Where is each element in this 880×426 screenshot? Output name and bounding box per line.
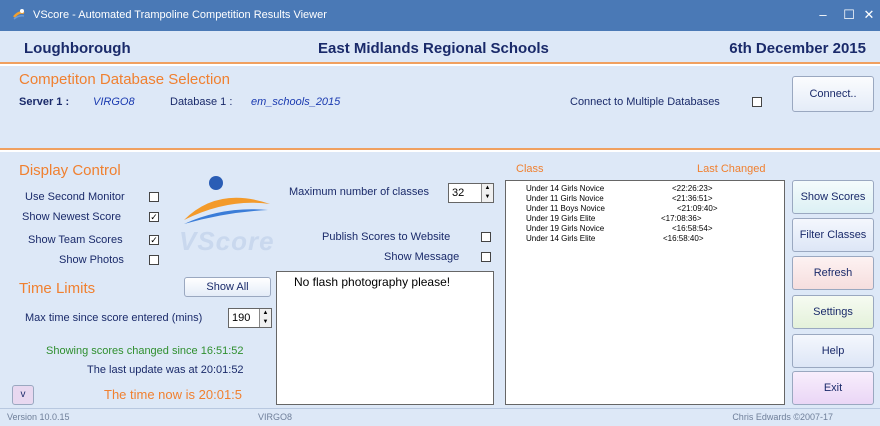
- event-name-label: East Midlands Regional Schools: [318, 40, 549, 57]
- database-label: Database 1 :: [170, 96, 233, 108]
- max-classes-label: Maximum number of classes: [289, 186, 429, 198]
- show-newest-score-checkbox[interactable]: ✓: [149, 212, 159, 222]
- publish-scores-checkbox[interactable]: [481, 232, 491, 242]
- exit-button[interactable]: Exit: [792, 371, 874, 405]
- copyright-text: Chris Edwards ©2007-17: [732, 412, 833, 422]
- max-time-value: 190: [232, 312, 251, 324]
- show-team-scores-label: Show Team Scores: [28, 234, 123, 246]
- class-row-name[interactable]: Under 14 Girls Novice: [526, 184, 604, 193]
- class-column-header: Class: [516, 163, 544, 175]
- max-time-spinner[interactable]: 190 ▲ ▼: [228, 308, 272, 328]
- window-title: VScore - Automated Trampoline Competitio…: [33, 9, 327, 21]
- vscore-app-icon: [13, 9, 25, 20]
- event-date-label: 6th December 2015: [729, 40, 866, 57]
- multiple-databases-label: Connect to Multiple Databases: [570, 96, 720, 108]
- main-panel: Display Control Use Second Monitor Show …: [0, 152, 880, 408]
- close-button[interactable]: ✕: [859, 5, 879, 25]
- last-changed-column-header: Last Changed: [697, 163, 766, 175]
- max-classes-value: 32: [452, 187, 465, 199]
- event-header: Loughborough East Midlands Regional Scho…: [0, 31, 880, 64]
- help-button[interactable]: Help: [792, 334, 874, 368]
- show-newest-score-label: Show Newest Score: [22, 211, 122, 223]
- max-classes-spinner[interactable]: 32 ▲ ▼: [448, 183, 494, 203]
- last-update-text: The last update was at 20:01:52: [87, 364, 244, 376]
- use-second-monitor-label: Use Second Monitor: [25, 191, 125, 203]
- show-scores-button[interactable]: Show Scores: [792, 180, 874, 214]
- show-all-button[interactable]: Show All: [184, 277, 271, 297]
- time-now-text: The time now is 20:01:5: [104, 387, 243, 402]
- spinner-arrows-icon[interactable]: ▲ ▼: [481, 184, 493, 202]
- class-row-time: <16:58:40>: [663, 234, 704, 243]
- server-status-text: VIRGO8: [258, 412, 293, 422]
- maximize-button[interactable]: ☐: [839, 5, 859, 25]
- max-time-label: Max time since score entered (mins): [25, 312, 203, 324]
- class-row-time: <21:09:40>: [677, 204, 718, 213]
- v-button[interactable]: v: [12, 385, 34, 405]
- display-control-heading: Display Control: [19, 162, 121, 179]
- class-listbox[interactable]: Under 14 Girls Novice <22:26:23> Under 1…: [505, 180, 785, 405]
- show-photos-checkbox[interactable]: [149, 255, 159, 265]
- publish-scores-label: Publish Scores to Website: [322, 231, 451, 243]
- class-row-name[interactable]: Under 19 Girls Novice: [526, 224, 604, 233]
- message-textbox[interactable]: No flash photography please!: [276, 271, 494, 405]
- class-row-name[interactable]: Under 14 Girls Elite: [526, 234, 595, 243]
- settings-button[interactable]: Settings: [792, 295, 874, 329]
- version-text: Version 10.0.15: [7, 412, 70, 422]
- class-row-name[interactable]: Under 11 Girls Novice: [526, 194, 604, 203]
- show-photos-label: Show Photos: [59, 254, 124, 266]
- spinner-arrows-icon[interactable]: ▲ ▼: [259, 309, 271, 327]
- database-section-heading: Competiton Database Selection: [19, 71, 230, 88]
- status-bar: Version 10.0.15 VIRGO8 Chris Edwards ©20…: [0, 408, 880, 426]
- vscore-logo-text: VScore: [179, 226, 275, 256]
- multiple-databases-checkbox[interactable]: [752, 97, 762, 107]
- use-second-monitor-checkbox[interactable]: [149, 192, 159, 202]
- refresh-button[interactable]: Refresh: [792, 256, 874, 290]
- showing-since-text: Showing scores changed since 16:51:52: [46, 345, 244, 357]
- time-limits-heading: Time Limits: [19, 280, 96, 297]
- title-bar: VScore - Automated Trampoline Competitio…: [0, 0, 880, 31]
- class-row-time: <16:58:54>: [672, 224, 713, 233]
- class-row-name[interactable]: Under 11 Boys Novice: [526, 204, 605, 213]
- class-row-time: <17:08:36>: [661, 214, 702, 223]
- class-row-time: <21:36:51>: [672, 194, 713, 203]
- message-text: No flash photography please!: [294, 275, 451, 289]
- show-message-label: Show Message: [384, 251, 460, 263]
- database-selection-section: Competiton Database Selection Server 1 :…: [0, 66, 880, 150]
- show-team-scores-checkbox[interactable]: ✓: [149, 235, 159, 245]
- location-label: Loughborough: [24, 40, 131, 57]
- database-value: em_schools_2015: [251, 96, 341, 108]
- class-row-time: <22:26:23>: [672, 184, 713, 193]
- minimize-button[interactable]: –: [813, 5, 833, 25]
- filter-classes-button[interactable]: Filter Classes: [792, 218, 874, 252]
- server-value: VIRGO8: [93, 96, 135, 108]
- server-label: Server 1 :: [19, 96, 70, 108]
- connect-button[interactable]: Connect..: [792, 76, 874, 112]
- class-row-name[interactable]: Under 19 Girls Elite: [526, 214, 595, 223]
- show-message-checkbox[interactable]: [481, 252, 491, 262]
